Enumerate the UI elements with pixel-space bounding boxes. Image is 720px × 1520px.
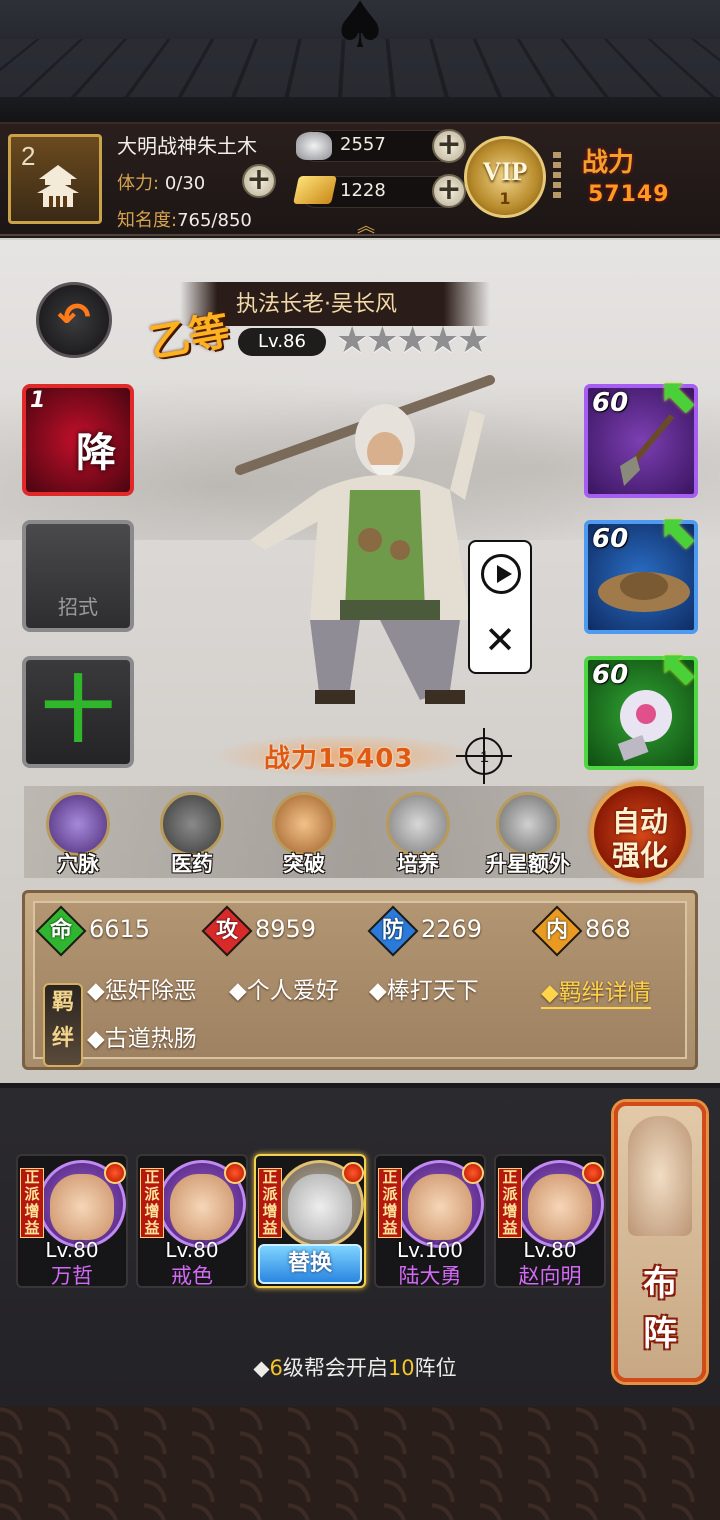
equip-slot-weapon[interactable]: 60 ⬉ [584, 368, 700, 498]
stats-panel: 命 6615 攻 8959 防 2269 内 868 羁 绊 ◆惩奸除恶 ◆个人… [22, 890, 698, 1070]
notification-dot [104, 1162, 126, 1184]
func-breakthrough[interactable]: 突破 [256, 792, 352, 884]
equip-slot-hat[interactable]: 60 ⬉ [584, 504, 700, 634]
hero-stars: ★★★★★ [336, 320, 489, 361]
fame: 知名度:765/850 [117, 210, 252, 231]
player-name: 大明战神朱土木 [117, 134, 257, 158]
notification-dot [582, 1162, 604, 1184]
equip-slot-accessory[interactable]: 60 ⬉ [584, 640, 700, 770]
gold-bar-icon [293, 176, 337, 204]
roof-ornament: ♠ [331, 0, 389, 63]
chain-decoration [553, 152, 561, 202]
avatar [408, 1174, 472, 1240]
avatar [528, 1174, 592, 1240]
straw-hat-icon [598, 572, 690, 612]
bond-item: ◆惩奸除恶 [87, 978, 197, 1004]
gold-amount: 1228 [340, 180, 386, 201]
breakthrough-icon [272, 792, 336, 856]
add-skill-slot[interactable]: 十 [22, 656, 134, 768]
bond-badge: 羁 绊 [43, 983, 83, 1067]
team-member-card[interactable]: 正派增益 Lv.80 戒色 [136, 1154, 248, 1288]
add-stamina-button[interactable]: + [242, 164, 276, 198]
bond-details-link[interactable]: ◆羁绊详情 [541, 973, 651, 1009]
func-meridian[interactable]: 穴脉 [30, 792, 126, 884]
skill-slot-moves[interactable]: 招式 [22, 520, 134, 632]
bond-item: ◆棒打天下 [369, 978, 479, 1004]
hero-title: 执法长老·吴长风 [236, 292, 397, 317]
floating-media-panel: ✕ [468, 540, 532, 674]
team-member-card[interactable]: 正派增益 Lv.80 赵向明 [494, 1154, 606, 1288]
wine-pouch-icon [617, 690, 672, 761]
hero-character-portrait[interactable] [220, 370, 510, 730]
notification-dot [462, 1162, 484, 1184]
hero-grade-badge: 乙等 [146, 307, 233, 366]
func-star-up-extra[interactable]: 升星额外 [480, 792, 576, 884]
avatar [50, 1174, 114, 1240]
swap-button[interactable]: 替换 [258, 1244, 362, 1284]
add-gold-button[interactable]: + [432, 174, 466, 208]
team-member-card[interactable]: 正派增益 Lv.100 陆大勇 [374, 1154, 486, 1288]
bond-item: ◆古道热肠 [87, 1026, 197, 1052]
hero-power: 战力15403 [264, 744, 414, 774]
avatar [288, 1174, 352, 1240]
team-member-card[interactable]: 正派增益 Lv.80 万哲 [16, 1154, 128, 1288]
shovel-icon [620, 414, 675, 486]
play-icon[interactable] [481, 554, 521, 594]
wave-pattern-floor [0, 1406, 720, 1520]
guild-unlock-tip: ◆6级帮会开启10阵位 [253, 1356, 457, 1380]
skill-slot-xianglong[interactable]: 1 降 [22, 384, 134, 496]
hero-detail-panel: ↶ 执法长老·吴长风 乙等 Lv.86 ★★★★★ 1 降 招式 十 ✕ 战力1… [0, 238, 720, 1083]
avatar [170, 1174, 234, 1240]
total-power-label: 战力 [582, 148, 635, 178]
func-cultivate[interactable]: 培养 [370, 792, 466, 884]
stamina: 体力: 0/30 [117, 173, 206, 194]
total-power-value: 57149 [588, 182, 670, 207]
roof-header: ♠ [0, 0, 720, 122]
formation-button[interactable]: 布 阵 [614, 1102, 706, 1382]
vip-badge[interactable]: VIP 1 [464, 136, 546, 218]
silver-ingot-icon [296, 132, 332, 160]
expand-chevron-icon[interactable]: ︽ [348, 212, 384, 237]
player-level: 2 [21, 141, 36, 171]
formation-portrait [628, 1116, 692, 1236]
team-lineup: 正派增益 Lv.80 万哲 正派增益 Lv.80 戒色 正派增益 替换 正派增益… [0, 1088, 720, 1406]
notification-dot [342, 1162, 364, 1184]
plus-icon: 十 [41, 668, 114, 752]
meridian-icon [46, 792, 110, 856]
crosshair-icon: 1 [456, 728, 512, 784]
auto-enhance-button[interactable]: 自动 强化 [590, 782, 690, 882]
svg-text:1: 1 [480, 749, 489, 766]
func-medicine[interactable]: 医药 [144, 792, 240, 884]
top-status-bar: 2 大明战神朱土木 体力: 0/30 + 知名度:765/850 2557 + … [0, 122, 720, 237]
bond-item: ◆个人爱好 [229, 978, 339, 1004]
team-member-card-selected[interactable]: 正派增益 替换 [254, 1154, 366, 1288]
notification-dot [224, 1162, 246, 1184]
silver-amount: 2557 [340, 134, 386, 155]
close-icon[interactable]: ✕ [470, 620, 530, 660]
back-button[interactable]: ↶ [36, 282, 112, 358]
medicine-herb-icon [160, 792, 224, 856]
scroll-icon [386, 792, 450, 856]
player-level-box[interactable]: 2 [8, 134, 102, 224]
pagoda-icon [37, 165, 79, 207]
star-up-icon [496, 792, 560, 856]
hero-level: Lv.86 [238, 328, 326, 356]
add-silver-button[interactable]: + [432, 129, 466, 163]
